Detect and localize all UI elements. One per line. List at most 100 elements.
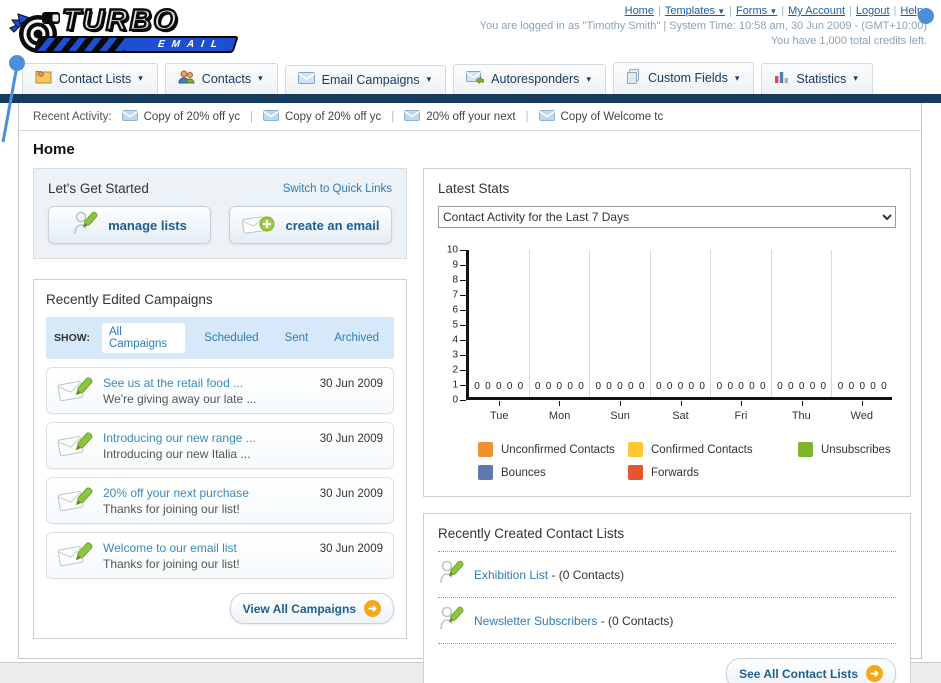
- chart-day-column: 00000: [711, 250, 772, 406]
- view-all-campaigns-button[interactable]: View All Campaigns ➜: [229, 593, 394, 624]
- legend-item: Forwards: [628, 465, 798, 480]
- nav-tab-contacts[interactable]: Contacts ▾: [164, 63, 278, 94]
- header-link-forms[interactable]: Forms ▼: [736, 5, 777, 17]
- link-separator: |: [657, 5, 661, 17]
- legend-swatch-icon: [628, 465, 643, 480]
- header-link-home[interactable]: Home: [625, 5, 654, 17]
- campaign-item[interactable]: 20% off your next purchase Thanks for joi…: [46, 477, 394, 524]
- recent-activity-item[interactable]: 20% off your next: [404, 110, 516, 124]
- filter-all-campaigns[interactable]: All Campaigns: [101, 323, 186, 353]
- nav-tab-autoresponders[interactable]: Autoresponders ▾: [453, 64, 606, 94]
- data-value-label: 0: [485, 381, 491, 392]
- campaign-title-link[interactable]: Introducing our new range ...: [103, 431, 310, 445]
- manage-lists-button[interactable]: manage lists: [48, 206, 211, 244]
- data-value-label: 0: [727, 381, 733, 392]
- nav-tab-label: Contact Lists: [59, 71, 132, 86]
- app-page: TURBO EMAIL Home | Templates ▼ | Forms ▼ | My …: [0, 0, 941, 683]
- contact-list-link[interactable]: Newsletter Subscribers: [474, 614, 597, 628]
- data-value-label: 0: [677, 381, 684, 392]
- filter-scheduled[interactable]: Scheduled: [197, 329, 265, 347]
- data-value-label: 0: [881, 381, 887, 392]
- data-value-label: 0: [716, 381, 723, 392]
- legend-label: Bounces: [501, 466, 546, 479]
- filter-sent[interactable]: Sent: [278, 329, 316, 347]
- campaign-date: 30 Jun 2009: [319, 488, 383, 500]
- campaign-title-link[interactable]: See us at the retail food ...: [103, 376, 310, 390]
- zero-value-labels: 00000: [651, 381, 711, 392]
- campaign-title-link[interactable]: 20% off your next purchase: [103, 486, 310, 500]
- logo-title: TURBO: [61, 3, 179, 39]
- campaign-subtitle: Introducing our new Italia ...: [103, 446, 251, 461]
- contact-list-item[interactable]: Exhibition List - (0 Contacts): [438, 551, 896, 597]
- turbo-email-logo: TURBO EMAIL: [8, 3, 253, 58]
- view-all-campaigns-label: View All Campaigns: [242, 601, 356, 616]
- data-value-label: 0: [578, 381, 584, 392]
- campaign-item[interactable]: See us at the retail food ... We're givin…: [46, 367, 394, 414]
- header-link-logout[interactable]: Logout: [856, 5, 890, 17]
- link-separator: |: [849, 5, 852, 17]
- legend-swatch-icon: [478, 442, 493, 457]
- see-all-contact-lists-button[interactable]: See All Contact Lists ➜: [726, 658, 896, 683]
- header-links: Home | Templates ▼ | Forms ▼ | My Account | Logo…: [480, 5, 927, 17]
- nav-tab-contact-lists[interactable]: Contact Lists ▾: [22, 63, 158, 94]
- arrow-right-icon: ➜: [364, 600, 381, 617]
- data-value-label: 0: [759, 381, 766, 392]
- campaign-item[interactable]: Introducing our new range ... Introducing…: [46, 422, 394, 469]
- zero-value-labels: 00000: [590, 381, 650, 392]
- data-value-label: 0: [545, 381, 552, 392]
- nav-tab-label: Autoresponders: [491, 72, 580, 86]
- x-tick-label: Fri: [734, 410, 748, 422]
- y-tick-label: 9: [452, 259, 458, 271]
- recent-activity-item[interactable]: Copy of Welcome tc: [538, 110, 663, 124]
- create-an-email-button[interactable]: create an email: [229, 206, 392, 244]
- envelope-icon: [121, 110, 138, 124]
- data-value-label: 0: [859, 381, 865, 392]
- stats-range-select[interactable]: Contact Activity for the Last 7 Days: [438, 206, 896, 228]
- item-separator: |: [391, 111, 395, 123]
- y-tick-label: 4: [452, 334, 458, 346]
- logo-subtitle: EMAIL: [156, 39, 226, 50]
- filter-archived[interactable]: Archived: [327, 329, 386, 347]
- contact-list-link[interactable]: Exhibition List: [474, 568, 548, 582]
- zero-value-labels: 00000: [469, 381, 529, 392]
- data-value-label: 0: [606, 381, 612, 392]
- legend-label: Unconfirmed Contacts: [501, 443, 615, 456]
- nav-tab-statistics[interactable]: Statistics ▾: [761, 63, 873, 94]
- campaign-title-link[interactable]: Welcome to our email list: [103, 541, 310, 555]
- contact-list-item[interactable]: Newsletter Subscribers - (0 Contacts): [438, 597, 896, 644]
- legend-item: Unsubscribes: [798, 442, 896, 457]
- link-separator: |: [893, 5, 897, 17]
- nav-tab-custom-fields[interactable]: Custom Fields ▾: [612, 62, 755, 94]
- switch-quick-links-link[interactable]: Switch to Quick Links: [283, 183, 392, 195]
- y-tick-label: 6: [452, 304, 458, 316]
- campaigns-filter-bar: SHOW: All Campaigns Scheduled Sent Archived: [46, 317, 394, 359]
- envelope-icon: [538, 110, 555, 124]
- recent-activity-item[interactable]: Copy of 20% off yc: [262, 110, 381, 124]
- campaign-subtitle: Thanks for joining our list!: [103, 556, 240, 571]
- y-tick-label: 5: [452, 319, 458, 331]
- campaigns-list: See us at the retail food ... We're givin…: [46, 367, 394, 579]
- contact-activity-chart: 10 9 8 7 6 5 4 3 2 1 0 000000000000000000000000000…: [438, 245, 896, 422]
- chart-day-column: 00000: [651, 250, 712, 406]
- data-value-label: 0: [506, 381, 513, 392]
- chevron-down-icon: ▼: [767, 7, 778, 16]
- envelope-icon: [404, 110, 421, 124]
- recent-activity-item[interactable]: Copy of 20% off yc: [121, 110, 240, 124]
- nav-tab-email-campaigns[interactable]: Email Campaigns ▾: [284, 65, 447, 94]
- contact-lists-list: Exhibition List - (0 Contacts) Newsletter…: [438, 551, 896, 644]
- nav-tab-label: Custom Fields: [647, 71, 728, 85]
- chevron-down-icon: ▾: [258, 73, 263, 83]
- zero-value-labels: 00000: [832, 381, 892, 392]
- chart-x-labels: Tue Mon Sun Sat Fri Thu Wed: [469, 410, 892, 422]
- y-tick-label: 2: [452, 364, 458, 376]
- header-link-templates[interactable]: Templates ▼: [665, 5, 725, 17]
- data-value-label: 0: [870, 381, 876, 392]
- data-value-label: 0: [627, 381, 634, 392]
- logo-email-bar: EMAIL: [33, 36, 239, 53]
- chevron-down-icon: ▾: [426, 74, 432, 84]
- campaign-item[interactable]: Welcome to our email list Thanks for join…: [46, 532, 394, 579]
- chart-plot-area: 00000000000000000000000000000000000: [466, 250, 892, 406]
- header-link-my-account[interactable]: My Account: [788, 5, 845, 17]
- people-icon: [178, 70, 195, 87]
- chart-legend: Unconfirmed Contacts Confirmed Contacts Un…: [478, 442, 896, 480]
